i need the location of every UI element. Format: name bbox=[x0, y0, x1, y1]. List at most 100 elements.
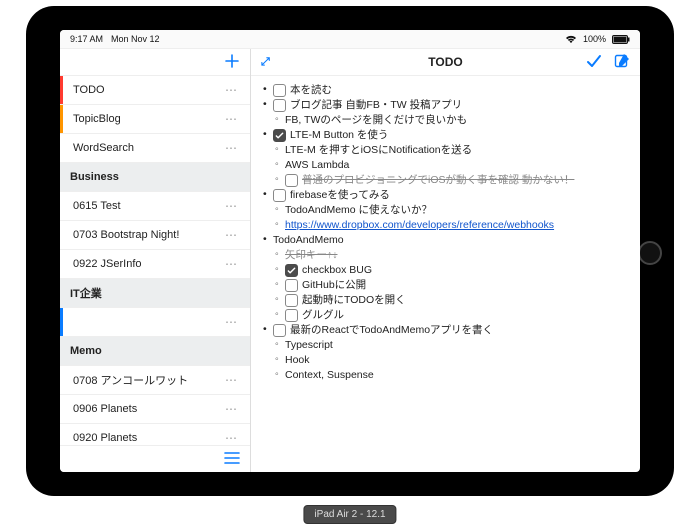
todo-text: Hook bbox=[285, 353, 634, 367]
todo-item: https://www.dropbox.com/developers/refer… bbox=[273, 218, 634, 232]
item-more-button[interactable]: ⋯ bbox=[221, 315, 242, 329]
todo-item: checkbox BUG bbox=[273, 263, 634, 277]
sidebar-item-label: Business bbox=[70, 171, 242, 183]
checkmark-button[interactable] bbox=[586, 53, 602, 72]
todo-item: ブログ記事 自動FB・TW 投稿アプリFB, TWのページを開くだけで良いかも bbox=[261, 98, 634, 127]
menu-button[interactable] bbox=[224, 452, 240, 467]
item-more-button[interactable]: ⋯ bbox=[221, 199, 242, 213]
todo-item: Hook bbox=[273, 353, 634, 367]
sidebar-item[interactable]: 0615 Test⋯ bbox=[60, 192, 250, 221]
checkbox[interactable] bbox=[273, 324, 286, 337]
todo-text: firebaseを使ってみる bbox=[290, 188, 634, 202]
color-bar bbox=[60, 105, 63, 133]
checkbox[interactable] bbox=[285, 174, 298, 187]
sidebar-item-label: TopicBlog bbox=[73, 113, 221, 125]
sidebar-item[interactable]: 0703 Bootstrap Night!⋯ bbox=[60, 221, 250, 250]
sidebar-item[interactable]: 0906 Planets⋯ bbox=[60, 395, 250, 424]
home-button[interactable] bbox=[638, 241, 662, 265]
sidebar-item-label: WordSearch bbox=[73, 142, 221, 154]
compose-button[interactable] bbox=[614, 53, 630, 72]
todo-text: TodoAndMemo に使えないか？ bbox=[285, 203, 634, 217]
todo-text: GitHubに公開 bbox=[302, 278, 634, 292]
status-time: 9:17 AM bbox=[70, 34, 103, 44]
sidebar-item-label: 0703 Bootstrap Night! bbox=[73, 229, 221, 241]
color-bar bbox=[60, 308, 63, 336]
color-bar bbox=[60, 76, 63, 104]
color-bar bbox=[60, 395, 63, 423]
expand-button[interactable]: ⤢ bbox=[261, 56, 270, 69]
sidebar-section: Business bbox=[60, 163, 250, 192]
todo-text: 普通のプロビジョニングでiOSが動く事を確認 動かない！ bbox=[302, 173, 634, 187]
sidebar-item[interactable]: 0922 JSerInfo⋯ bbox=[60, 250, 250, 279]
todo-text: LTE-M を押すとiOSにNotificationを送る bbox=[285, 143, 634, 157]
checkbox[interactable] bbox=[273, 99, 286, 112]
todo-item: 矢印キー↑↓ bbox=[273, 248, 634, 262]
todo-item: LTE-M Button を使うLTE-M を押すとiOSにNotificati… bbox=[261, 128, 634, 187]
todo-item: 最新のReactでTodoAndMemoアプリを書くTypescriptHook… bbox=[261, 323, 634, 382]
todo-item: GitHubに公開 bbox=[273, 278, 634, 292]
todo-text: Typescript bbox=[285, 338, 634, 352]
todo-text: 最新のReactでTodoAndMemoアプリを書く bbox=[290, 323, 634, 337]
battery-pct: 100% bbox=[583, 34, 606, 44]
sidebar-item-label: TODO bbox=[73, 84, 221, 96]
item-more-button[interactable]: ⋯ bbox=[221, 228, 242, 242]
item-more-button[interactable]: ⋯ bbox=[221, 431, 242, 445]
add-button[interactable] bbox=[224, 53, 240, 72]
screen: 9:17 AM Mon Nov 12 100% TODO⋯TopicBlog⋯W… bbox=[60, 30, 640, 472]
item-more-button[interactable]: ⋯ bbox=[221, 402, 242, 416]
sidebar-list: TODO⋯TopicBlog⋯WordSearch⋯Business0615 T… bbox=[60, 76, 250, 445]
todo-text: Context, Suspense bbox=[285, 368, 634, 382]
checkbox[interactable] bbox=[285, 294, 298, 307]
sidebar-item[interactable]: ⋯ bbox=[60, 308, 250, 337]
battery-icon bbox=[612, 35, 630, 44]
status-bar: 9:17 AM Mon Nov 12 100% bbox=[60, 30, 640, 49]
checkbox[interactable] bbox=[285, 279, 298, 292]
item-more-button[interactable]: ⋯ bbox=[221, 112, 242, 126]
todo-item: firebaseを使ってみるTodoAndMemo に使えないか？ https:/… bbox=[261, 188, 634, 232]
todo-text: checkbox BUG bbox=[302, 263, 634, 277]
sidebar: TODO⋯TopicBlog⋯WordSearch⋯Business0615 T… bbox=[60, 49, 251, 472]
todo-text: TodoAndMemo bbox=[273, 233, 634, 247]
todo-item: Context, Suspense bbox=[273, 368, 634, 382]
item-more-button[interactable]: ⋯ bbox=[221, 373, 242, 387]
todo-item: AWS Lambda bbox=[273, 158, 634, 172]
checkbox[interactable] bbox=[285, 309, 298, 322]
item-more-button[interactable]: ⋯ bbox=[221, 141, 242, 155]
todo-item: LTE-M を押すとiOSにNotificationを送る bbox=[273, 143, 634, 157]
sidebar-item[interactable]: TODO⋯ bbox=[60, 76, 250, 105]
tablet-frame: 9:17 AM Mon Nov 12 100% TODO⋯TopicBlog⋯W… bbox=[26, 6, 674, 496]
item-more-button[interactable]: ⋯ bbox=[221, 257, 242, 271]
color-bar bbox=[60, 192, 63, 220]
wifi-icon bbox=[565, 35, 577, 44]
todo-list: 本を読むブログ記事 自動FB・TW 投稿アプリFB, TWのページを開くだけで良… bbox=[261, 83, 634, 382]
todo-item: グルグル bbox=[273, 308, 634, 322]
checkbox[interactable] bbox=[273, 129, 286, 142]
sidebar-item-label: Memo bbox=[70, 345, 242, 357]
todo-text: 矢印キー↑↓ bbox=[285, 248, 634, 262]
checkbox[interactable] bbox=[273, 189, 286, 202]
item-more-button[interactable]: ⋯ bbox=[221, 83, 242, 97]
status-date: Mon Nov 12 bbox=[111, 34, 160, 44]
sidebar-item-label: 0615 Test bbox=[73, 200, 221, 212]
todo-text: https://www.dropbox.com/developers/refer… bbox=[285, 218, 634, 232]
sidebar-item-label: 0922 JSerInfo bbox=[73, 258, 221, 270]
sidebar-item[interactable]: TopicBlog⋯ bbox=[60, 105, 250, 134]
todo-item: 普通のプロビジョニングでiOSが動く事を確認 動かない！ bbox=[273, 173, 634, 187]
checkbox[interactable] bbox=[273, 84, 286, 97]
sidebar-item[interactable]: 0920 Planets⋯ bbox=[60, 424, 250, 445]
sidebar-section: IT企業 bbox=[60, 279, 250, 308]
color-bar bbox=[60, 134, 63, 162]
sidebar-item[interactable]: WordSearch⋯ bbox=[60, 134, 250, 163]
content-pane: ⤢ TODO 本を読むブログ記事 自動FB・TW 投稿アプリFB, TWのページ… bbox=[251, 49, 640, 472]
page-title: TODO bbox=[251, 55, 640, 69]
sidebar-item-label: 0906 Planets bbox=[73, 403, 221, 415]
todo-item: 本を読む bbox=[261, 83, 634, 97]
todo-item: Typescript bbox=[273, 338, 634, 352]
sidebar-item[interactable]: 0708 アンコールワット⋯ bbox=[60, 366, 250, 395]
checkbox[interactable] bbox=[285, 264, 298, 277]
content-header: ⤢ TODO bbox=[251, 49, 640, 76]
color-bar bbox=[60, 366, 63, 394]
content-body: 本を読むブログ記事 自動FB・TW 投稿アプリFB, TWのページを開くだけで良… bbox=[251, 76, 640, 472]
link[interactable]: https://www.dropbox.com/developers/refer… bbox=[285, 219, 554, 231]
sidebar-item-label: 0920 Planets bbox=[73, 432, 221, 444]
